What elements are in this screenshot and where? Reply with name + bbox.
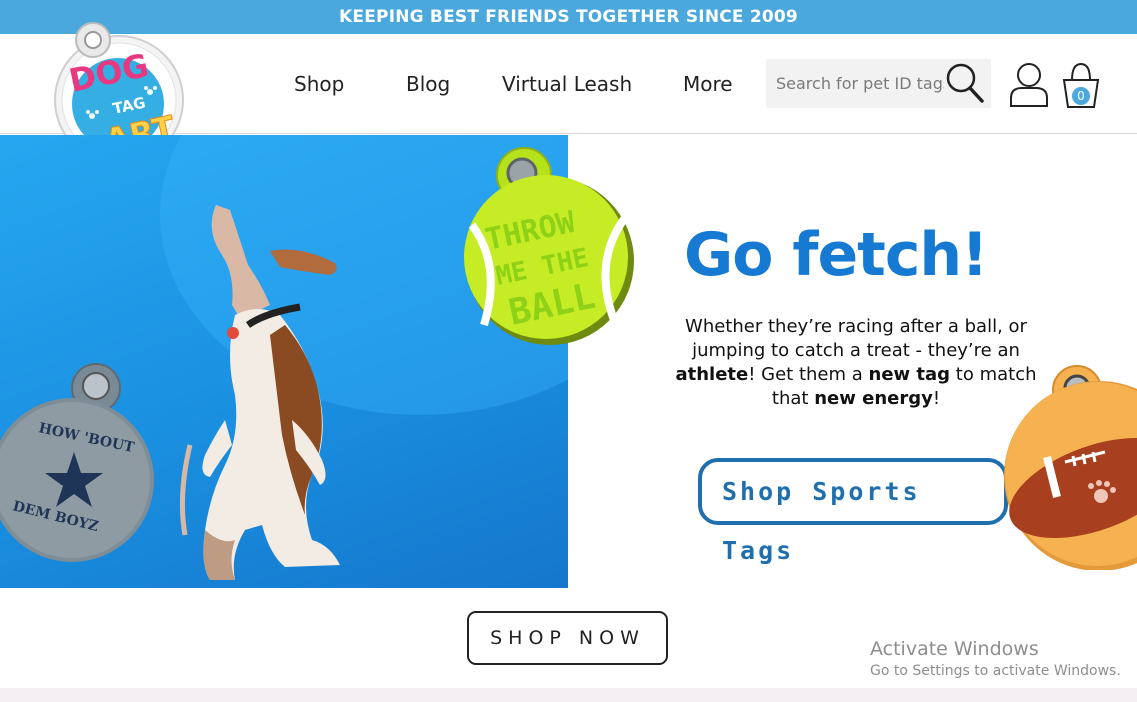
activate-windows-title: Activate Windows <box>870 638 1039 660</box>
site-header: DOG TAG ART Shop Blog Virtual Leash More… <box>0 22 1137 165</box>
activate-windows-watermark: Activate Windows Go to Settings to activ… <box>870 638 1121 682</box>
shop-sports-tags-button[interactable]: Shop Sports Tags <box>698 458 1008 565</box>
football-tag-image <box>1004 365 1137 570</box>
nav-virtual-leash[interactable]: Virtual Leash <box>502 72 632 96</box>
throw-me-the-ball-tag-image: THROW ME THE BALL <box>464 147 634 345</box>
nav-blog[interactable]: Blog <box>406 72 450 96</box>
account-icon[interactable] <box>1008 62 1050 108</box>
next-section-strip <box>0 688 1137 702</box>
cart-count-badge: 0 <box>1072 87 1090 105</box>
search-icon[interactable] <box>944 61 986 105</box>
shop-now-button[interactable]: SHOP NOW <box>467 611 668 665</box>
activate-windows-subtitle: Go to Settings to activate Windows. <box>870 663 1121 679</box>
search-box <box>766 59 991 108</box>
hero-headline: Go fetch! <box>684 220 988 290</box>
dem-boyz-tag-image: HOW 'BOUT DEM BOYZ <box>0 363 154 562</box>
nav-shop[interactable]: Shop <box>294 72 344 96</box>
announcement-text: KEEPING BEST FRIENDS TOGETHER SINCE 2009 <box>339 7 798 27</box>
nav-more[interactable]: More <box>683 72 733 96</box>
search-input[interactable] <box>766 59 944 108</box>
